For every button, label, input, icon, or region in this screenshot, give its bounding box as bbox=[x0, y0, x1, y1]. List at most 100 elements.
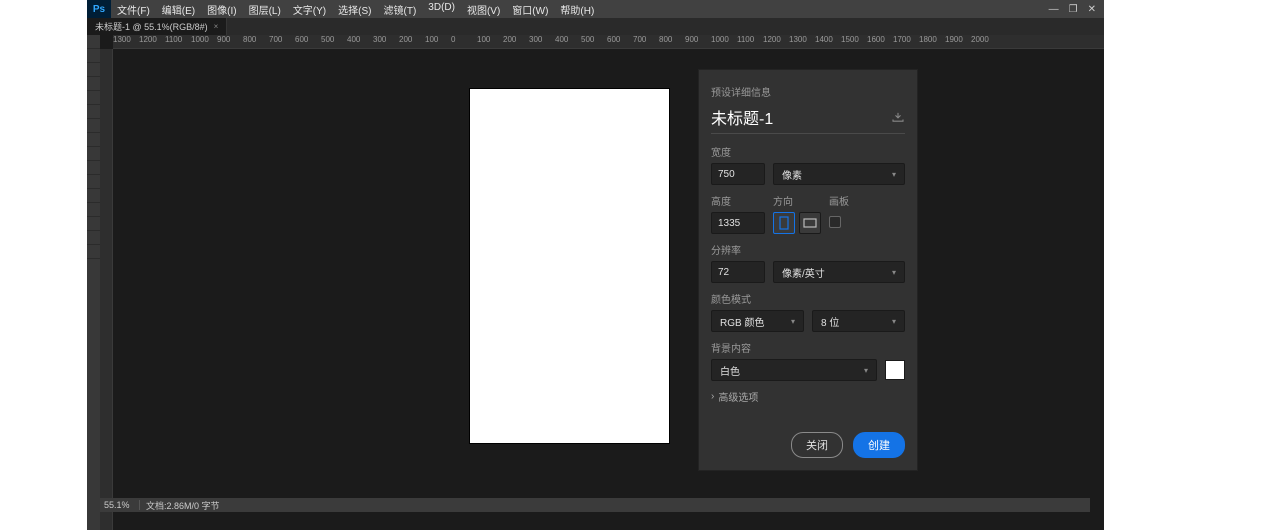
document-tab-label: 未标题-1 @ 55.1%(RGB/8#) bbox=[95, 20, 208, 33]
height-label: 高度 bbox=[711, 193, 765, 208]
ruler-mark: 100 bbox=[425, 35, 451, 48]
close-tab-icon[interactable]: × bbox=[214, 22, 219, 31]
width-label: 宽度 bbox=[711, 144, 905, 159]
resolution-unit-value: 像素/英寸 bbox=[782, 265, 825, 280]
zoom-level[interactable]: 55.1% bbox=[100, 500, 140, 510]
menu-select[interactable]: 选择(S) bbox=[332, 2, 377, 17]
document-tabbar: 未标题-1 @ 55.1%(RGB/8#) × bbox=[87, 18, 1104, 35]
horizontal-ruler: 1300120011001000900800700600500400300200… bbox=[113, 35, 1104, 49]
menu-edit[interactable]: 编辑(E) bbox=[156, 2, 201, 17]
ruler-mark: 1400 bbox=[815, 35, 841, 48]
titlebar: Ps 文件(F) 编辑(E) 图像(I) 图层(L) 文字(Y) 选择(S) 滤… bbox=[87, 0, 1104, 18]
advanced-label: 高级选项 bbox=[718, 389, 758, 404]
background-value: 白色 bbox=[720, 363, 740, 378]
width-unit-value: 像素 bbox=[782, 167, 802, 182]
ruler-mark: 300 bbox=[529, 35, 555, 48]
menu-type[interactable]: 文字(Y) bbox=[287, 2, 332, 17]
menu-layer[interactable]: 图层(L) bbox=[243, 2, 287, 17]
ruler-mark: 2000 bbox=[971, 35, 997, 48]
panel-header: 预设详细信息 bbox=[711, 84, 905, 99]
menu-file[interactable]: 文件(F) bbox=[111, 2, 156, 17]
orientation-portrait-button[interactable] bbox=[773, 212, 795, 234]
save-preset-icon[interactable] bbox=[891, 112, 905, 122]
ruler-mark: 500 bbox=[581, 35, 607, 48]
width-unit-select[interactable]: 像素 ▾ bbox=[773, 163, 905, 185]
ruler-mark: 700 bbox=[633, 35, 659, 48]
ruler-mark: 800 bbox=[243, 35, 269, 48]
statusbar: 55.1% 文档:2.86M/0 字节 bbox=[100, 498, 1090, 512]
chevron-down-icon: ▾ bbox=[864, 366, 868, 375]
menu-window[interactable]: 窗口(W) bbox=[506, 2, 554, 17]
maximize-button[interactable]: ❐ bbox=[1069, 4, 1078, 15]
ruler-mark: 300 bbox=[373, 35, 399, 48]
photoshop-window: Ps 文件(F) 编辑(E) 图像(I) 图层(L) 文字(Y) 选择(S) 滤… bbox=[87, 0, 1104, 530]
ruler-mark: 600 bbox=[295, 35, 321, 48]
close-button[interactable]: 关闭 bbox=[791, 432, 843, 458]
advanced-options-toggle[interactable]: › 高级选项 bbox=[711, 389, 905, 404]
portrait-icon bbox=[779, 216, 789, 230]
landscape-icon bbox=[803, 218, 817, 228]
document-info: 文档:2.86M/0 字节 bbox=[140, 499, 220, 512]
background-color-swatch[interactable] bbox=[885, 360, 905, 380]
menu-image[interactable]: 图像(I) bbox=[201, 2, 242, 17]
menu-help[interactable]: 帮助(H) bbox=[554, 2, 600, 17]
chevron-down-icon: ▾ bbox=[791, 317, 795, 326]
ruler-mark: 400 bbox=[347, 35, 373, 48]
ruler-mark: 1300 bbox=[789, 35, 815, 48]
ruler-mark: 900 bbox=[685, 35, 711, 48]
new-document-panel: 预设详细信息 未标题-1 宽度 750 像素 ▾ 高度 1335 方向 bbox=[698, 69, 918, 471]
color-mode-value: RGB 颜色 bbox=[720, 314, 764, 329]
artboards-checkbox[interactable] bbox=[829, 216, 841, 228]
artboards-label: 画板 bbox=[829, 193, 849, 208]
ruler-mark: 600 bbox=[607, 35, 633, 48]
canvas-area: 1300120011001000900800700600500400300200… bbox=[100, 35, 1104, 530]
chevron-right-icon: › bbox=[711, 391, 714, 402]
height-input[interactable]: 1335 bbox=[711, 212, 765, 234]
ruler-mark: 900 bbox=[217, 35, 243, 48]
ruler-mark: 1700 bbox=[893, 35, 919, 48]
resolution-input[interactable]: 72 bbox=[711, 261, 765, 283]
ruler-mark: 1800 bbox=[919, 35, 945, 48]
chevron-down-icon: ▾ bbox=[892, 268, 896, 277]
orientation-label: 方向 bbox=[773, 193, 821, 208]
ruler-mark: 1600 bbox=[867, 35, 893, 48]
chevron-down-icon: ▾ bbox=[892, 170, 896, 179]
create-button[interactable]: 创建 bbox=[853, 432, 905, 458]
vertical-ruler bbox=[100, 49, 113, 530]
bit-depth-value: 8 位 bbox=[821, 314, 839, 329]
menu-filter[interactable]: 滤镜(T) bbox=[378, 2, 423, 17]
ruler-mark: 0 bbox=[451, 35, 477, 48]
background-select[interactable]: 白色 ▾ bbox=[711, 359, 877, 381]
document-tab[interactable]: 未标题-1 @ 55.1%(RGB/8#) × bbox=[87, 18, 227, 35]
menu-view[interactable]: 视图(V) bbox=[461, 2, 506, 17]
main-menu: 文件(F) 编辑(E) 图像(I) 图层(L) 文字(Y) 选择(S) 滤镜(T… bbox=[111, 2, 600, 17]
ruler-mark: 800 bbox=[659, 35, 685, 48]
ruler-mark: 200 bbox=[503, 35, 529, 48]
workspace: 1300120011001000900800700600500400300200… bbox=[87, 35, 1104, 530]
ruler-mark: 1000 bbox=[711, 35, 737, 48]
orientation-landscape-button[interactable] bbox=[799, 212, 821, 234]
color-mode-label: 颜色模式 bbox=[711, 291, 905, 306]
background-label: 背景内容 bbox=[711, 340, 905, 355]
bit-depth-select[interactable]: 8 位 ▾ bbox=[812, 310, 905, 332]
ruler-mark: 400 bbox=[555, 35, 581, 48]
color-mode-select[interactable]: RGB 颜色 ▾ bbox=[711, 310, 804, 332]
window-controls: — ❐ ✕ bbox=[1049, 4, 1104, 15]
ruler-mark: 1200 bbox=[139, 35, 165, 48]
document-canvas[interactable] bbox=[470, 89, 669, 443]
resolution-uno-servlect[interactable]: 像素/英寸 ▾ bbox=[773, 261, 905, 283]
document-name-input[interactable]: 未标题-1 bbox=[711, 105, 773, 129]
ruler-mark: 1500 bbox=[841, 35, 867, 48]
ruler-mark: 1100 bbox=[737, 35, 763, 48]
close-window-button[interactable]: ✕ bbox=[1088, 4, 1096, 15]
resolution-label: 分辨率 bbox=[711, 242, 905, 257]
width-input[interactable]: 750 bbox=[711, 163, 765, 185]
chevron-down-icon: ▾ bbox=[892, 317, 896, 326]
ruler-mark: 100 bbox=[477, 35, 503, 48]
ruler-mark: 1100 bbox=[165, 35, 191, 48]
minimize-button[interactable]: — bbox=[1049, 4, 1059, 15]
vertical-toolbar[interactable] bbox=[87, 35, 100, 530]
ruler-mark: 1000 bbox=[191, 35, 217, 48]
menu-3d[interactable]: 3D(D) bbox=[422, 2, 461, 17]
ruler-mark: 1200 bbox=[763, 35, 789, 48]
